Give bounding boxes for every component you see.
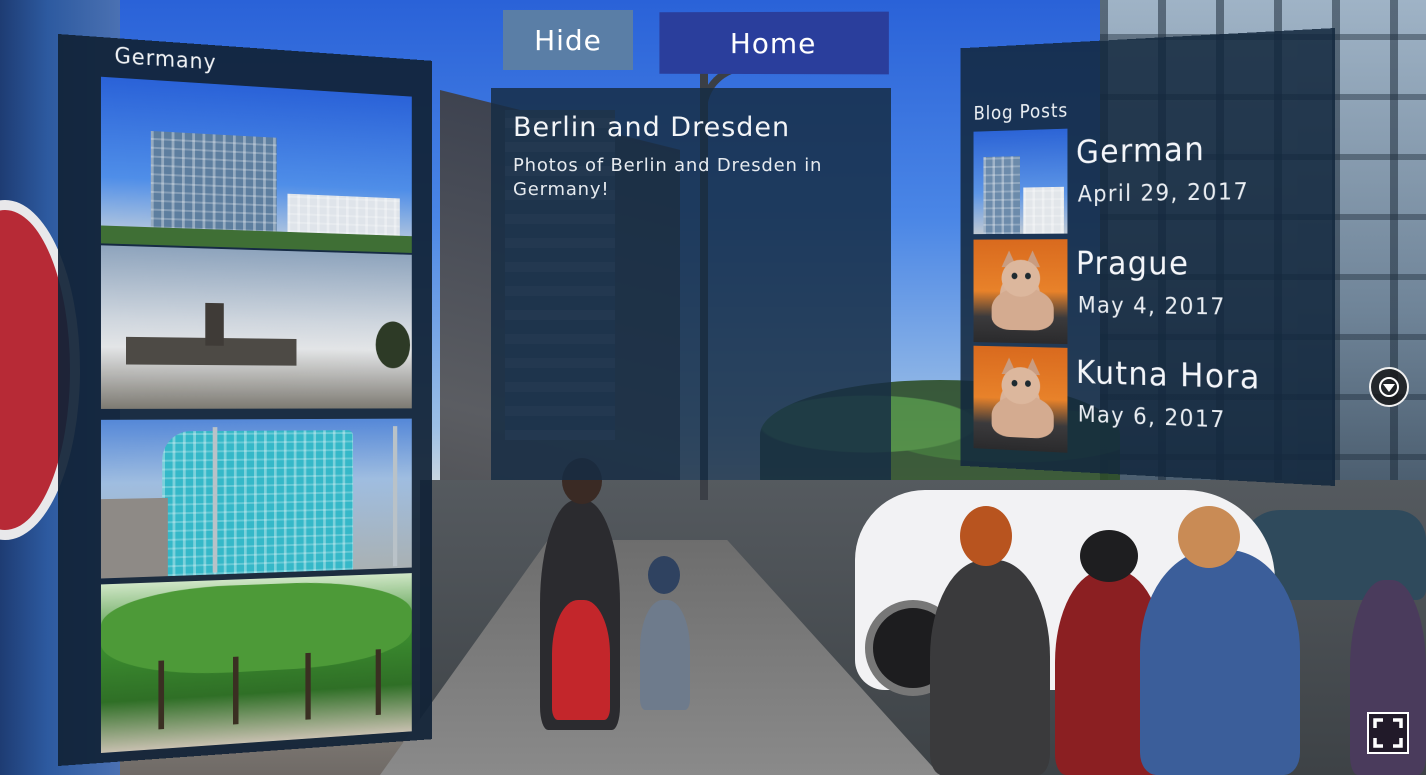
gallery-photo-trees[interactable] bbox=[100, 573, 412, 754]
blog-item-name: Prague bbox=[1076, 244, 1190, 284]
glass-tower bbox=[983, 156, 1020, 235]
person bbox=[640, 600, 690, 710]
tree bbox=[375, 321, 411, 369]
person bbox=[552, 600, 610, 720]
blog-title: Blog Posts bbox=[973, 98, 1069, 125]
blog-item-german[interactable]: German April 29, 2017 bbox=[973, 120, 1322, 235]
blog-thumbnail-cat bbox=[973, 345, 1068, 453]
tree-trunk bbox=[232, 656, 239, 725]
gallery-photo-memorial[interactable] bbox=[100, 245, 412, 409]
post-panel: Berlin and Dresden Photos of Berlin and … bbox=[491, 88, 891, 480]
fullscreen-icon[interactable] bbox=[1367, 712, 1409, 754]
blog-item-date: April 29, 2017 bbox=[1077, 177, 1250, 208]
blog-item-date: May 4, 2017 bbox=[1077, 291, 1226, 321]
blog-item-name: German bbox=[1076, 130, 1206, 172]
person-head bbox=[1178, 506, 1240, 568]
cat-eye bbox=[1024, 272, 1031, 280]
cat-head bbox=[1001, 366, 1041, 405]
post-title: Berlin and Dresden bbox=[513, 112, 791, 143]
tree-trunk bbox=[375, 649, 381, 716]
person-head bbox=[648, 556, 680, 594]
glass-tower bbox=[150, 130, 277, 242]
cat-eye bbox=[1024, 380, 1031, 387]
blog-item-kutna-hora[interactable]: Kutna Hora May 6, 2017 bbox=[973, 345, 1322, 466]
vr-cursor-icon[interactable] bbox=[1369, 367, 1409, 407]
cat-eye bbox=[1011, 379, 1018, 387]
blog-item-date: May 6, 2017 bbox=[1077, 400, 1226, 434]
tree-trunk bbox=[158, 660, 165, 730]
side-building bbox=[100, 497, 168, 579]
fullscreen-glyph bbox=[1367, 712, 1409, 754]
cat-eye bbox=[1011, 272, 1018, 280]
gallery-photo-city[interactable] bbox=[100, 76, 412, 253]
lamp-post bbox=[212, 427, 218, 573]
person-head bbox=[1080, 530, 1138, 582]
home-button[interactable]: Home bbox=[659, 11, 889, 75]
post-description: Photos of Berlin and Dresden in Germany! bbox=[513, 155, 823, 200]
cardboard-icon bbox=[1379, 377, 1399, 397]
person bbox=[930, 560, 1050, 775]
blog-item-prague[interactable]: Prague May 4, 2017 bbox=[973, 238, 1322, 350]
gallery-title: Germany bbox=[114, 43, 217, 76]
memorial-statue bbox=[205, 302, 224, 346]
hide-button[interactable]: Hide bbox=[503, 10, 633, 70]
turquoise-facade bbox=[162, 430, 354, 577]
gallery-panel: Germany bbox=[58, 34, 433, 766]
white-building bbox=[1023, 186, 1064, 234]
blog-item-name: Kutna Hora bbox=[1076, 353, 1261, 398]
blog-panel: Blog Posts German April 29, 2017 Prague … bbox=[960, 28, 1335, 486]
gallery-photo-blue-building[interactable] bbox=[100, 418, 412, 579]
cat-head bbox=[1001, 259, 1041, 298]
tree-trunk bbox=[305, 652, 311, 720]
blog-thumbnail-city bbox=[973, 128, 1068, 235]
person-head bbox=[960, 506, 1012, 566]
tree-canopy bbox=[100, 578, 412, 680]
lamp-post bbox=[392, 426, 398, 567]
blog-thumbnail-cat bbox=[973, 239, 1068, 345]
person bbox=[1140, 550, 1300, 775]
